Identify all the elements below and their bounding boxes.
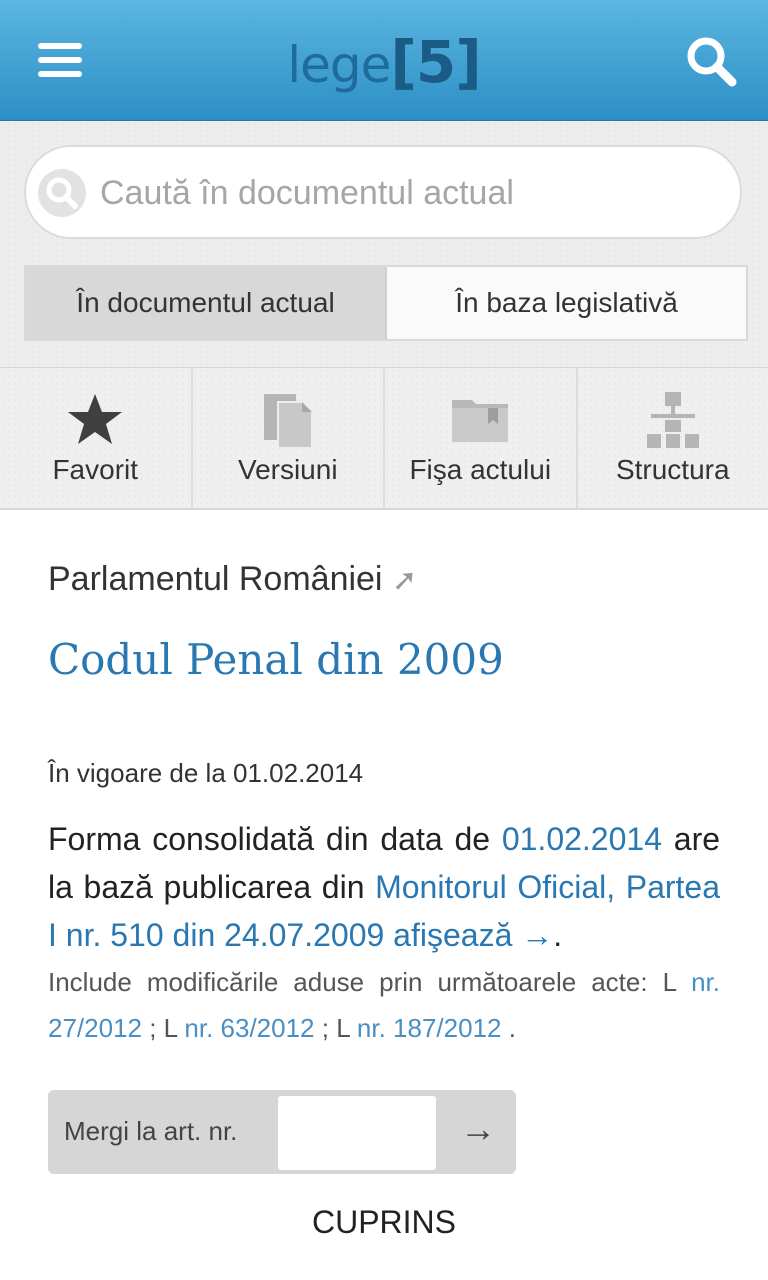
amendment-link[interactable]: nr. 187/2012 — [357, 1013, 502, 1043]
amendment-link[interactable]: nr. 63/2012 — [184, 1013, 314, 1043]
act-sheet-button[interactable]: Fişa actului — [385, 368, 578, 508]
search-area: În documentul actual În baza legislativă — [0, 121, 768, 368]
document-title: Codul Penal din 2009 — [48, 635, 504, 684]
contents-heading[interactable]: CUPRINS — [0, 1204, 768, 1241]
document-content: Parlamentul României ➚ Codul Penal din 2… — [48, 560, 720, 1051]
versions-button[interactable]: Versiuni — [193, 368, 385, 508]
logo-text: lege — [287, 36, 391, 94]
search-scope-tabs: În documentul actual În baza legislativă — [24, 265, 748, 341]
issuer: Parlamentul României ➚ — [48, 560, 720, 599]
tab-current-document[interactable]: În documentul actual — [26, 267, 387, 339]
top-bar: lege[5] — [0, 0, 768, 121]
article-number-input[interactable] — [278, 1096, 436, 1170]
versions-label: Versiuni — [237, 454, 338, 485]
up-arrow-icon[interactable]: ➚ — [392, 564, 417, 597]
logo-number: 5 — [415, 28, 456, 96]
logo[interactable]: lege[5] — [0, 28, 768, 96]
search-icon[interactable] — [684, 34, 738, 88]
goto-article-box: Mergi la art. nr. → — [48, 1090, 516, 1174]
issuer-name[interactable]: Parlamentul României — [48, 560, 383, 598]
consolidated-date-link[interactable]: 01.02.2014 — [502, 821, 662, 857]
document-toolbar: Favorit Versiuni Fişa actului Structura — [0, 368, 768, 510]
tab-legislative-base[interactable]: În baza legislativă — [387, 267, 746, 339]
star-icon — [65, 390, 125, 450]
goto-arrow-button[interactable]: → — [460, 1108, 496, 1150]
search-box — [24, 145, 742, 239]
folder-icon — [450, 390, 510, 450]
magnifier-icon — [38, 169, 86, 217]
search-input[interactable] — [98, 167, 722, 219]
structure-button[interactable]: Structura — [578, 368, 768, 508]
hierarchy-icon — [643, 390, 703, 450]
documents-icon — [258, 390, 318, 450]
favorite-label: Favorit — [52, 454, 139, 485]
goto-label: Mergi la art. nr. — [64, 1116, 238, 1146]
consolidated-form: Forma consolidată din data de 01.02.2014… — [48, 821, 721, 953]
amendments: Include modificările aduse prin următoar… — [48, 967, 720, 1043]
favorite-button[interactable]: Favorit — [0, 368, 193, 508]
in-force-date: În vigoare de la 01.02.2014 — [48, 758, 364, 788]
structure-label: Structura — [615, 454, 730, 485]
act-sheet-label: Fişa actului — [409, 454, 552, 485]
